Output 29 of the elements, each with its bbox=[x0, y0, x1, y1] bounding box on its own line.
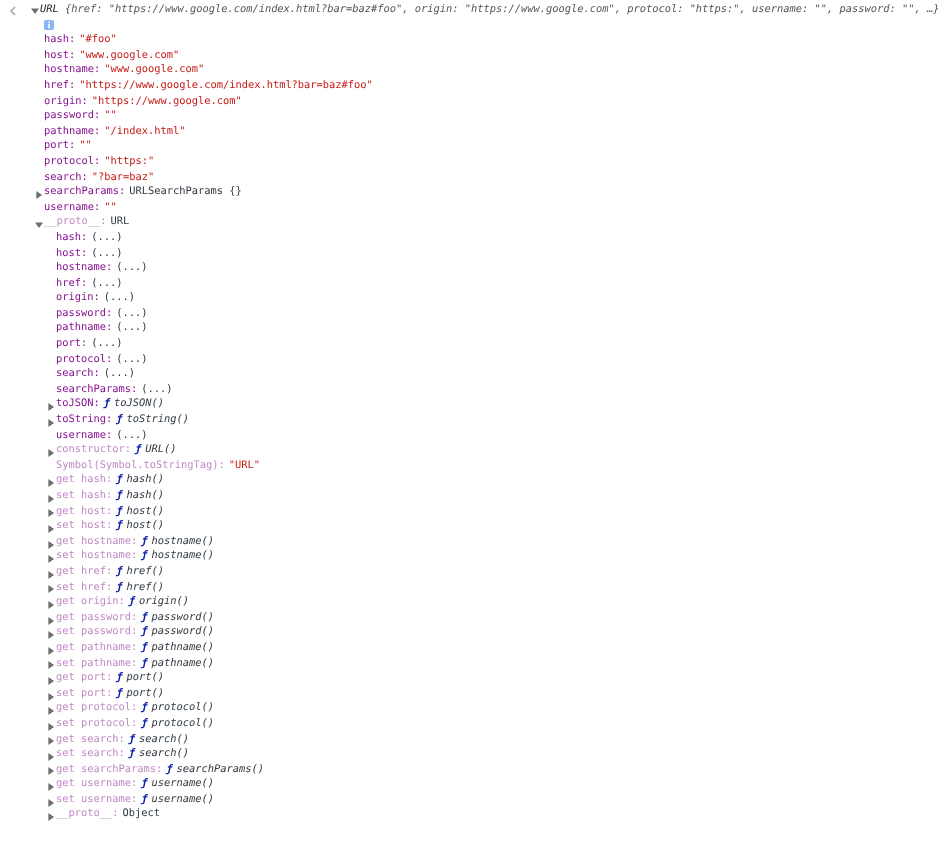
expand-triangle-icon[interactable] bbox=[46, 615, 56, 626]
expand-triangle-icon[interactable] bbox=[46, 721, 56, 732]
expand-triangle-icon[interactable] bbox=[46, 493, 56, 504]
collapse-triangle-icon[interactable] bbox=[30, 6, 40, 16]
expand-triangle-icon[interactable] bbox=[46, 417, 56, 428]
expand-triangle-icon[interactable] bbox=[46, 782, 56, 793]
expand-triangle-icon[interactable] bbox=[46, 402, 56, 413]
expand-triangle-icon[interactable] bbox=[46, 812, 56, 823]
expand-triangle-icon[interactable] bbox=[46, 736, 56, 747]
expand-triangle-icon[interactable] bbox=[46, 645, 56, 656]
expand-triangle-icon[interactable] bbox=[46, 751, 56, 762]
expand-triangle-icon[interactable] bbox=[46, 691, 56, 702]
expand-triangle-icon[interactable] bbox=[46, 599, 56, 610]
expand-triangle-icon[interactable] bbox=[46, 630, 56, 641]
expand-triangle-icon[interactable] bbox=[46, 539, 56, 550]
expand-triangle-icon[interactable] bbox=[46, 660, 56, 671]
expand-triangle-icon[interactable] bbox=[46, 584, 56, 595]
expand-triangle-icon[interactable] bbox=[46, 766, 56, 777]
expand-triangle-icon[interactable] bbox=[34, 189, 44, 200]
expand-triangle-icon[interactable] bbox=[46, 478, 56, 489]
expand-triangle-icon[interactable] bbox=[46, 569, 56, 580]
collapse-triangle-icon[interactable] bbox=[34, 220, 44, 231]
expand-triangle-icon[interactable] bbox=[46, 523, 56, 534]
expand-triangle-icon[interactable] bbox=[46, 797, 56, 808]
expand-triangle-icon[interactable] bbox=[46, 675, 56, 686]
expand-triangle-icon[interactable] bbox=[46, 448, 56, 459]
expand-triangle-icon[interactable] bbox=[46, 554, 56, 565]
expand-triangle-icon[interactable] bbox=[46, 508, 56, 519]
expand-triangle-icon[interactable] bbox=[46, 706, 56, 717]
